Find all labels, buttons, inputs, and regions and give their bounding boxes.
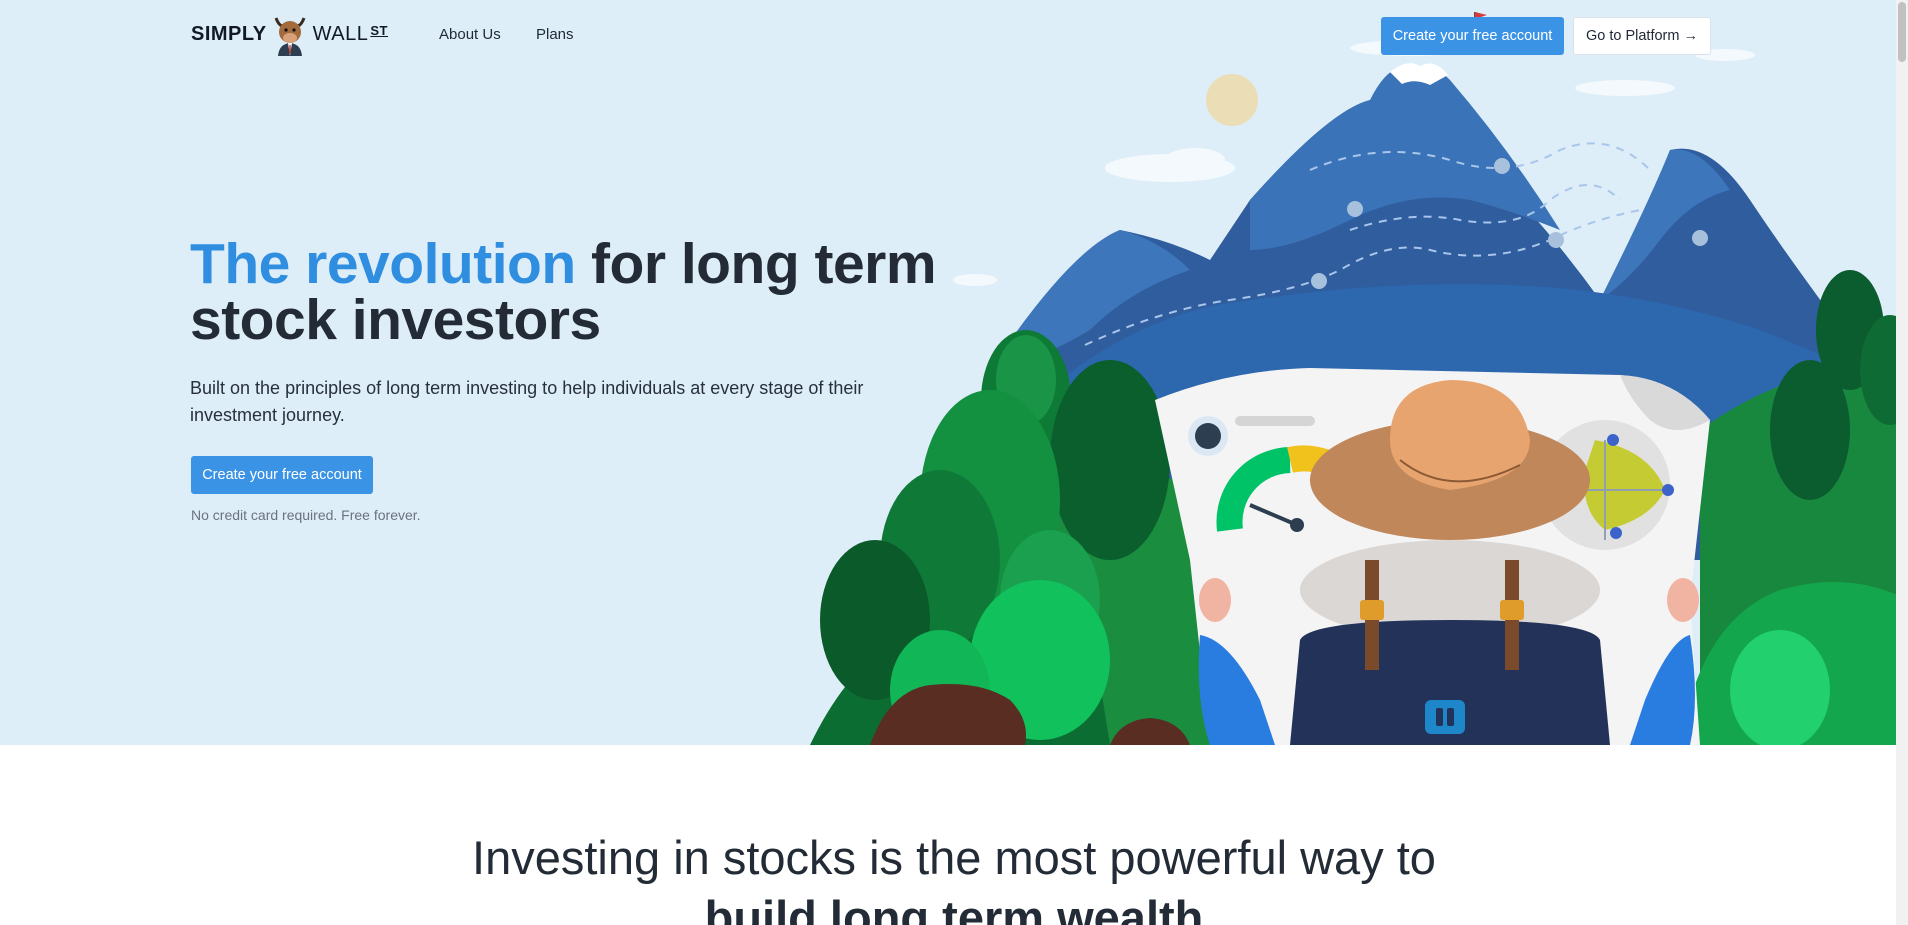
page: SIMPLY WALL ST About Us Plans Create your… (0, 0, 1908, 925)
nav-link-plans[interactable]: Plans (536, 26, 574, 43)
scrollbar-thumb[interactable] (1898, 2, 1906, 62)
top-navigation: SIMPLY WALL ST About Us Plans Create your… (0, 0, 1908, 70)
hero-headline-accent: The revolution (190, 232, 576, 296)
hero-headline: The revolution for long term stock inves… (190, 236, 950, 349)
go-to-platform-button[interactable]: Go to Platform → (1573, 17, 1711, 55)
create-free-account-button-hero[interactable]: Create your free account (191, 456, 373, 494)
nav-link-about-us[interactable]: About Us (439, 26, 501, 43)
brand-logo[interactable]: SIMPLY WALL ST (191, 10, 388, 58)
hero-subtitle: Built on the principles of long term inv… (190, 378, 864, 425)
section-heading-line1: Investing in stocks is the most powerful… (472, 831, 1436, 884)
create-free-account-button-nav[interactable]: Create your free account (1381, 17, 1564, 55)
hero-section: SIMPLY WALL ST About Us Plans Create your… (0, 0, 1908, 745)
page-scrollbar[interactable] (1896, 0, 1908, 925)
hiker-mountain-illustration (810, 12, 1908, 745)
logo-text-simply: SIMPLY (191, 22, 267, 45)
no-credit-card-note: No credit card required. Free forever. (191, 507, 421, 523)
bull-mascot-icon (274, 17, 306, 56)
section-heading-line2: build long term wealth (704, 891, 1204, 925)
logo-text-wall: WALL ST (312, 22, 388, 45)
